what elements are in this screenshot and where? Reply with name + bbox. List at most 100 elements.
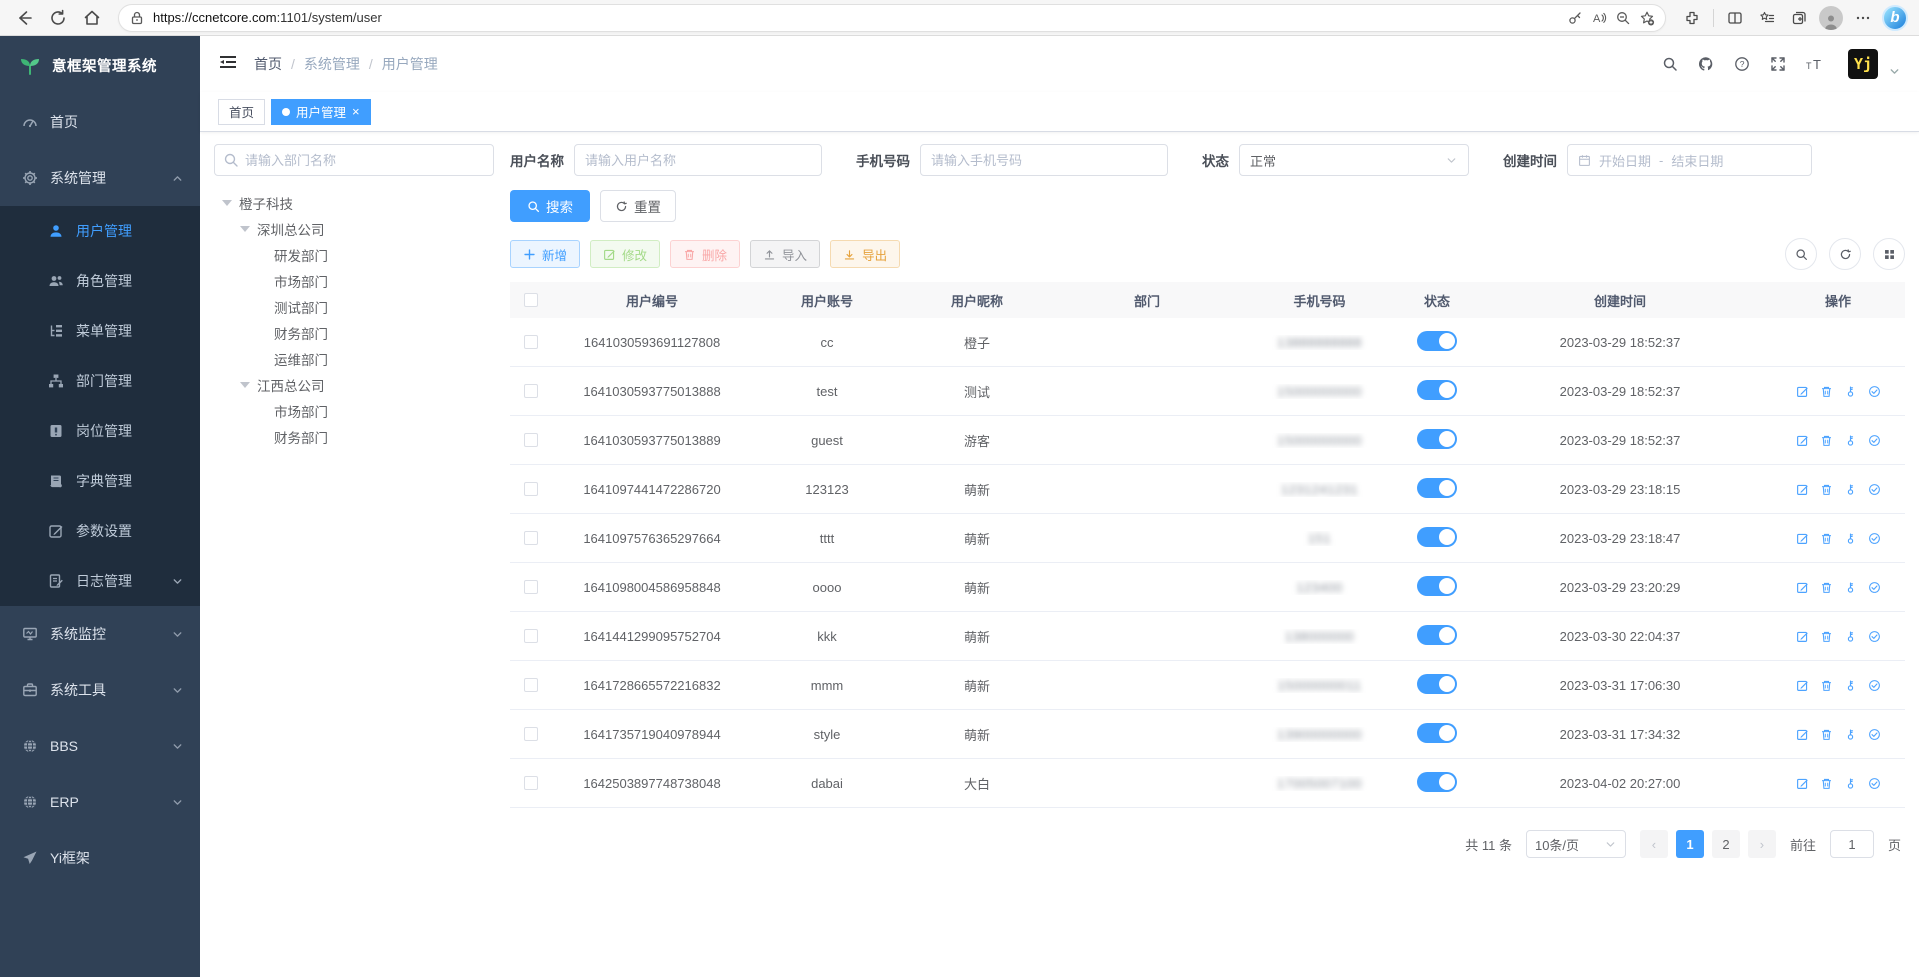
sidebar-item-dict-mgmt[interactable]: 字典管理 <box>0 456 200 506</box>
row-edit-icon[interactable] <box>1796 483 1809 496</box>
sidebar-item-role-mgmt[interactable]: 角色管理 <box>0 256 200 306</box>
edit-button[interactable]: 修改 <box>590 240 660 268</box>
assign-role-check-icon[interactable] <box>1868 532 1881 545</box>
status-toggle[interactable] <box>1417 429 1457 449</box>
row-delete-icon[interactable] <box>1820 777 1833 790</box>
sidebar-item-system-tools[interactable]: 系统工具 <box>0 662 200 718</box>
table-refresh-button[interactable] <box>1829 238 1861 270</box>
status-select[interactable]: 正常 <box>1239 144 1469 176</box>
reset-password-key-icon[interactable] <box>1844 630 1857 643</box>
breadcrumb-home[interactable]: 首页 <box>254 54 282 74</box>
next-page-button[interactable]: › <box>1748 830 1776 858</box>
assign-role-check-icon[interactable] <box>1868 630 1881 643</box>
row-checkbox[interactable] <box>524 384 538 398</box>
phone-input[interactable] <box>920 144 1168 176</box>
tree-node-company[interactable]: 橙子科技 <box>214 190 494 216</box>
reset-button[interactable]: 重置 <box>600 190 676 222</box>
tree-expand-icon[interactable] <box>240 382 250 388</box>
browser-home-button[interactable] <box>78 4 106 32</box>
avatar-caret-icon[interactable] <box>1888 65 1901 78</box>
sidebar-item-user-mgmt[interactable]: 用户管理 <box>0 206 200 256</box>
dept-name-input[interactable] <box>214 144 494 176</box>
status-toggle[interactable] <box>1417 723 1457 743</box>
page-size-select[interactable]: 10条/页 <box>1526 830 1626 858</box>
breadcrumb-system[interactable]: 系统管理 <box>304 54 360 74</box>
status-toggle[interactable] <box>1417 527 1457 547</box>
status-toggle[interactable] <box>1417 772 1457 792</box>
assign-role-check-icon[interactable] <box>1868 728 1881 741</box>
password-key-icon[interactable] <box>1567 10 1583 26</box>
sidebar-item-param-settings[interactable]: 参数设置 <box>0 506 200 556</box>
row-delete-icon[interactable] <box>1820 385 1833 398</box>
user-avatar[interactable]: Yj <box>1848 49 1878 79</box>
reset-password-key-icon[interactable] <box>1844 434 1857 447</box>
read-aloud-icon[interactable]: A <box>1591 10 1607 26</box>
row-checkbox[interactable] <box>524 433 538 447</box>
font-size-icon[interactable]: TT <box>1806 56 1828 72</box>
tree-expand-icon[interactable] <box>222 200 232 206</box>
add-button[interactable]: 新增 <box>510 240 580 268</box>
row-checkbox[interactable] <box>524 776 538 790</box>
github-icon[interactable] <box>1698 56 1714 72</box>
row-checkbox[interactable] <box>524 531 538 545</box>
browser-more-menu-icon[interactable] <box>1849 4 1877 32</box>
row-delete-icon[interactable] <box>1820 483 1833 496</box>
search-icon[interactable] <box>1662 56 1678 72</box>
status-toggle[interactable] <box>1417 331 1457 351</box>
copilot-bing-icon[interactable]: b <box>1881 4 1909 32</box>
sidebar-item-home[interactable]: 首页 <box>0 94 200 150</box>
tree-expand-icon[interactable] <box>240 226 250 232</box>
status-toggle[interactable] <box>1417 380 1457 400</box>
tree-node-branch[interactable]: 江西总公司 <box>214 372 494 398</box>
reset-password-key-icon[interactable] <box>1844 581 1857 594</box>
column-settings-button[interactable] <box>1873 238 1905 270</box>
goto-page-input[interactable] <box>1830 830 1874 858</box>
reset-password-key-icon[interactable] <box>1844 777 1857 790</box>
page-button-1[interactable]: 1 <box>1676 830 1704 858</box>
page-button-2[interactable]: 2 <box>1712 830 1740 858</box>
tree-node-dept[interactable]: 财务部门 <box>214 424 494 450</box>
address-bar[interactable]: https://ccnetcore.com:1101/system/user A <box>118 4 1666 32</box>
reset-password-key-icon[interactable] <box>1844 385 1857 398</box>
tree-node-dept[interactable]: 市场部门 <box>214 398 494 424</box>
reset-password-key-icon[interactable] <box>1844 483 1857 496</box>
extensions-icon[interactable] <box>1678 4 1706 32</box>
row-edit-icon[interactable] <box>1796 581 1809 594</box>
sidebar-item-erp[interactable]: ERP <box>0 774 200 830</box>
row-checkbox[interactable] <box>524 335 538 349</box>
assign-role-check-icon[interactable] <box>1868 679 1881 692</box>
url-text[interactable]: https://ccnetcore.com:1101/system/user <box>153 10 1559 25</box>
row-edit-icon[interactable] <box>1796 434 1809 447</box>
row-delete-icon[interactable] <box>1820 679 1833 692</box>
assign-role-check-icon[interactable] <box>1868 777 1881 790</box>
help-icon[interactable]: ? <box>1734 56 1750 72</box>
tree-node-dept[interactable]: 财务部门 <box>214 320 494 346</box>
reset-password-key-icon[interactable] <box>1844 532 1857 545</box>
status-toggle[interactable] <box>1417 674 1457 694</box>
row-delete-icon[interactable] <box>1820 581 1833 594</box>
row-edit-icon[interactable] <box>1796 630 1809 643</box>
assign-role-check-icon[interactable] <box>1868 434 1881 447</box>
tree-node-dept[interactable]: 研发部门 <box>214 242 494 268</box>
tab-user-mgmt[interactable]: 用户管理 × <box>271 99 371 125</box>
status-toggle[interactable] <box>1417 625 1457 645</box>
add-favorite-star-icon[interactable] <box>1639 10 1655 26</box>
search-button[interactable]: 搜索 <box>510 190 590 222</box>
tab-home[interactable]: 首页 <box>218 99 265 125</box>
tree-node-dept[interactable]: 测试部门 <box>214 294 494 320</box>
assign-role-check-icon[interactable] <box>1868 581 1881 594</box>
split-screen-icon[interactable] <box>1721 4 1749 32</box>
date-range-picker[interactable]: 开始日期 - 结束日期 <box>1567 144 1812 176</box>
row-edit-icon[interactable] <box>1796 532 1809 545</box>
sidebar-item-log-mgmt[interactable]: 日志管理 <box>0 556 200 606</box>
row-delete-icon[interactable] <box>1820 532 1833 545</box>
sidebar-item-system-monitor[interactable]: 系统监控 <box>0 606 200 662</box>
tree-node-dept[interactable]: 运维部门 <box>214 346 494 372</box>
tree-node-dept[interactable]: 市场部门 <box>214 268 494 294</box>
tree-node-branch[interactable]: 深圳总公司 <box>214 216 494 242</box>
collections-icon[interactable] <box>1785 4 1813 32</box>
row-checkbox[interactable] <box>524 580 538 594</box>
row-delete-icon[interactable] <box>1820 630 1833 643</box>
fullscreen-icon[interactable] <box>1770 56 1786 72</box>
browser-refresh-button[interactable] <box>44 4 72 32</box>
